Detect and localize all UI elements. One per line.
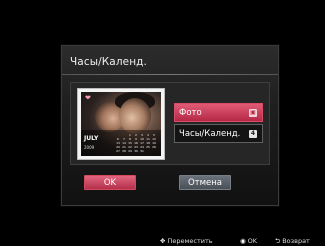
cancel-button[interactable]: Отмена [179,175,231,190]
ok-icon: ◉ [240,237,246,245]
calendar-grid: 1 2 3 4 5 6 7 8 9 10 11 12 13 14 15 16 17 18 19 20 21 22 23 24 2… [115,133,157,153]
remote-key-icon: 4 [249,130,257,138]
photo-face-right [119,98,151,134]
hint-bar: ✥ Переместить ◉ OK ⮌ Возврат [160,237,325,246]
navigate-icon: ✥ [160,237,166,245]
hint-ok: ◉ OK [240,237,257,246]
calendar-overlay: JULY 2009 1 2 3 4 5 6 7 8 9 10 11 12 13 14 15 16 17 18 19 2… [81,130,161,156]
title-divider [62,74,278,75]
hint-back-label: Возврат [282,237,310,245]
calendar-month: JULY [84,135,99,142]
hint-move: ✥ Переместить [160,237,213,246]
dialog-title: Часы/Календ. [70,56,147,68]
hint-move-label: Переместить [167,237,213,245]
option-photo[interactable]: Фото ▣ [174,103,263,122]
option-clock-calendar[interactable]: Часы/Календ. 4 [174,124,263,143]
remote-key-icon: ▣ [249,109,257,117]
calendar-day [151,149,157,153]
option-clock-calendar-label: Часы/Календ. [179,129,241,139]
couple-photo: ❤ JULY 2009 1 2 3 4 5 6 7 8 9 10 11 12 13 14 15 16 17 18 1… [81,92,161,156]
ok-button[interactable]: OK [84,175,136,190]
calendar-year: 2009 [84,145,95,150]
back-icon: ⮌ [275,237,281,245]
hint-ok-label: OK [247,237,258,245]
preview-image: ❤ JULY 2009 1 2 3 4 5 6 7 8 9 10 11 12 13 14 15 16 17 18 1… [77,88,165,160]
option-photo-label: Фото [179,108,202,118]
heart-icon: ❤ [85,94,91,102]
hint-back: ⮌ Возврат [275,237,310,246]
dialog: Часы/Календ. ❤ JULY 2009 1 2 3 4 5 6 7 8 9 10 11 12… [61,45,279,206]
